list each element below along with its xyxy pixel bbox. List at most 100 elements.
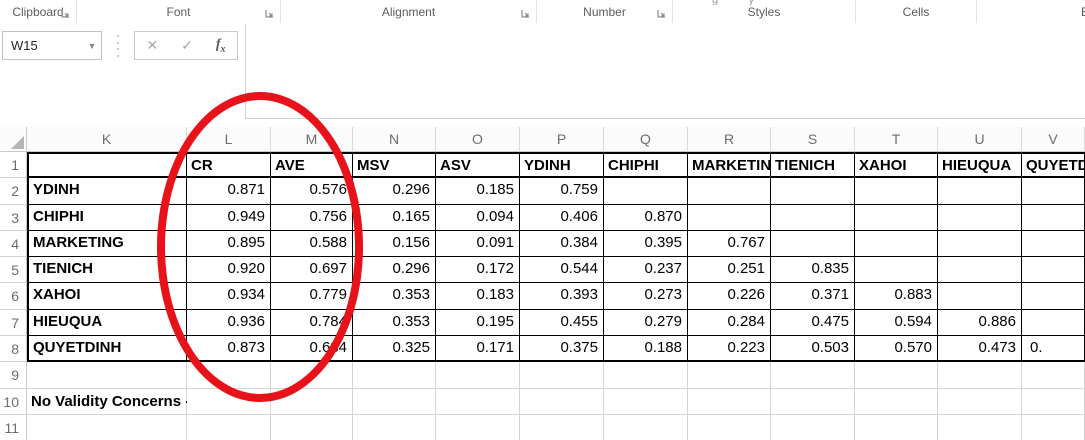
cell-N11[interactable] (353, 415, 436, 440)
cell-S11[interactable] (771, 415, 855, 440)
cell-L4[interactable]: 0.895 (187, 231, 271, 257)
cell-O11[interactable] (436, 415, 520, 440)
cell-S2[interactable] (771, 178, 855, 204)
dialog-launcher-icon[interactable] (265, 9, 275, 19)
column-header-o[interactable]: O (436, 127, 520, 152)
cell-L1[interactable]: CR (187, 152, 271, 178)
cell-P2[interactable]: 0.759 (520, 178, 604, 204)
cell-R1[interactable]: MARKETING (688, 152, 771, 178)
cell-L3[interactable]: 0.949 (187, 205, 271, 231)
column-header-k[interactable]: K (27, 127, 187, 152)
cell-M2[interactable]: 0.576 (271, 178, 353, 204)
cell-P8[interactable]: 0.375 (520, 336, 604, 362)
cell-T8[interactable]: 0.570 (855, 336, 938, 362)
cell-R11[interactable] (688, 415, 771, 440)
cell-O3[interactable]: 0.094 (436, 205, 520, 231)
cell-K4[interactable]: MARKETING (27, 231, 187, 257)
column-header-p[interactable]: P (520, 127, 604, 152)
cell-K9[interactable] (27, 362, 187, 388)
cell-R10[interactable] (688, 389, 771, 415)
cell-V8[interactable]: 0. (1022, 336, 1085, 362)
row-header-2[interactable]: 2 (0, 178, 27, 204)
cell-T7[interactable]: 0.594 (855, 310, 938, 336)
formula-bar-drag-handle[interactable] (114, 35, 122, 57)
cell-V11[interactable] (1022, 415, 1085, 440)
cell-U3[interactable] (938, 205, 1022, 231)
cell-T4[interactable] (855, 231, 938, 257)
row-header-3[interactable]: 3 (0, 205, 27, 231)
cell-L2[interactable]: 0.871 (187, 178, 271, 204)
cell-Q10[interactable] (604, 389, 688, 415)
cell-O1[interactable]: ASV (436, 152, 520, 178)
cell-Q2[interactable] (604, 178, 688, 204)
cell-U11[interactable] (938, 415, 1022, 440)
column-header-l[interactable]: L (187, 127, 271, 152)
cell-K5[interactable]: TIENICH (27, 257, 187, 283)
cell-R6[interactable]: 0.226 (688, 283, 771, 309)
cell-S9[interactable] (771, 362, 855, 388)
cell-O2[interactable]: 0.185 (436, 178, 520, 204)
cell-R3[interactable] (688, 205, 771, 231)
cell-P7[interactable]: 0.455 (520, 310, 604, 336)
cell-V7[interactable] (1022, 310, 1085, 336)
row-header-10[interactable]: 10 (0, 389, 27, 415)
row-header-5[interactable]: 5 (0, 257, 27, 283)
cell-L7[interactable]: 0.936 (187, 310, 271, 336)
cell-S8[interactable]: 0.503 (771, 336, 855, 362)
cell-N10[interactable] (353, 389, 436, 415)
cell-M8[interactable]: 0.634 (271, 336, 353, 362)
row-header-8[interactable]: 8 (0, 336, 27, 362)
cell-Q9[interactable] (604, 362, 688, 388)
cell-O10[interactable] (436, 389, 520, 415)
cell-K3[interactable]: CHIPHI (27, 205, 187, 231)
column-header-n[interactable]: N (353, 127, 436, 152)
cell-P3[interactable]: 0.406 (520, 205, 604, 231)
cell-T1[interactable]: XAHOI (855, 152, 938, 178)
cell-U2[interactable] (938, 178, 1022, 204)
cell-V6[interactable] (1022, 283, 1085, 309)
cell-M11[interactable] (271, 415, 353, 440)
cell-R9[interactable] (688, 362, 771, 388)
cell-V2[interactable] (1022, 178, 1085, 204)
name-box-dropdown-icon[interactable]: ▼ (83, 41, 101, 51)
cell-O6[interactable]: 0.183 (436, 283, 520, 309)
cell-S4[interactable] (771, 231, 855, 257)
cell-L8[interactable]: 0.873 (187, 336, 271, 362)
cell-P10[interactable] (520, 389, 604, 415)
column-header-r[interactable]: R (688, 127, 771, 152)
cell-P1[interactable]: YDINH (520, 152, 604, 178)
cell-K11[interactable] (27, 415, 187, 440)
cell-Q11[interactable] (604, 415, 688, 440)
cell-R4[interactable]: 0.767 (688, 231, 771, 257)
cell-L6[interactable]: 0.934 (187, 283, 271, 309)
cell-N8[interactable]: 0.325 (353, 336, 436, 362)
cell-N5[interactable]: 0.296 (353, 257, 436, 283)
cell-Q6[interactable]: 0.273 (604, 283, 688, 309)
column-header-t[interactable]: T (855, 127, 938, 152)
cell-M6[interactable]: 0.779 (271, 283, 353, 309)
cell-N9[interactable] (353, 362, 436, 388)
dialog-launcher-icon[interactable] (61, 9, 71, 19)
cell-O7[interactable]: 0.195 (436, 310, 520, 336)
row-header-9[interactable]: 9 (0, 362, 27, 388)
cell-T3[interactable] (855, 205, 938, 231)
insert-function-icon[interactable]: fx (216, 37, 226, 55)
cell-M1[interactable]: AVE (271, 152, 353, 178)
cell-T5[interactable] (855, 257, 938, 283)
cell-M3[interactable]: 0.756 (271, 205, 353, 231)
cell-N4[interactable]: 0.156 (353, 231, 436, 257)
cell-T9[interactable] (855, 362, 938, 388)
cell-N7[interactable]: 0.353 (353, 310, 436, 336)
select-all-button[interactable] (0, 127, 27, 152)
cell-Q1[interactable]: CHIPHI (604, 152, 688, 178)
cell-M7[interactable]: 0.784 (271, 310, 353, 336)
cell-R7[interactable]: 0.284 (688, 310, 771, 336)
row-header-11[interactable]: 11 (0, 415, 27, 440)
cell-T11[interactable] (855, 415, 938, 440)
cell-Q3[interactable]: 0.870 (604, 205, 688, 231)
row-header-6[interactable]: 6 (0, 283, 27, 309)
cell-P5[interactable]: 0.544 (520, 257, 604, 283)
cell-V4[interactable] (1022, 231, 1085, 257)
cell-T2[interactable] (855, 178, 938, 204)
cell-U5[interactable] (938, 257, 1022, 283)
